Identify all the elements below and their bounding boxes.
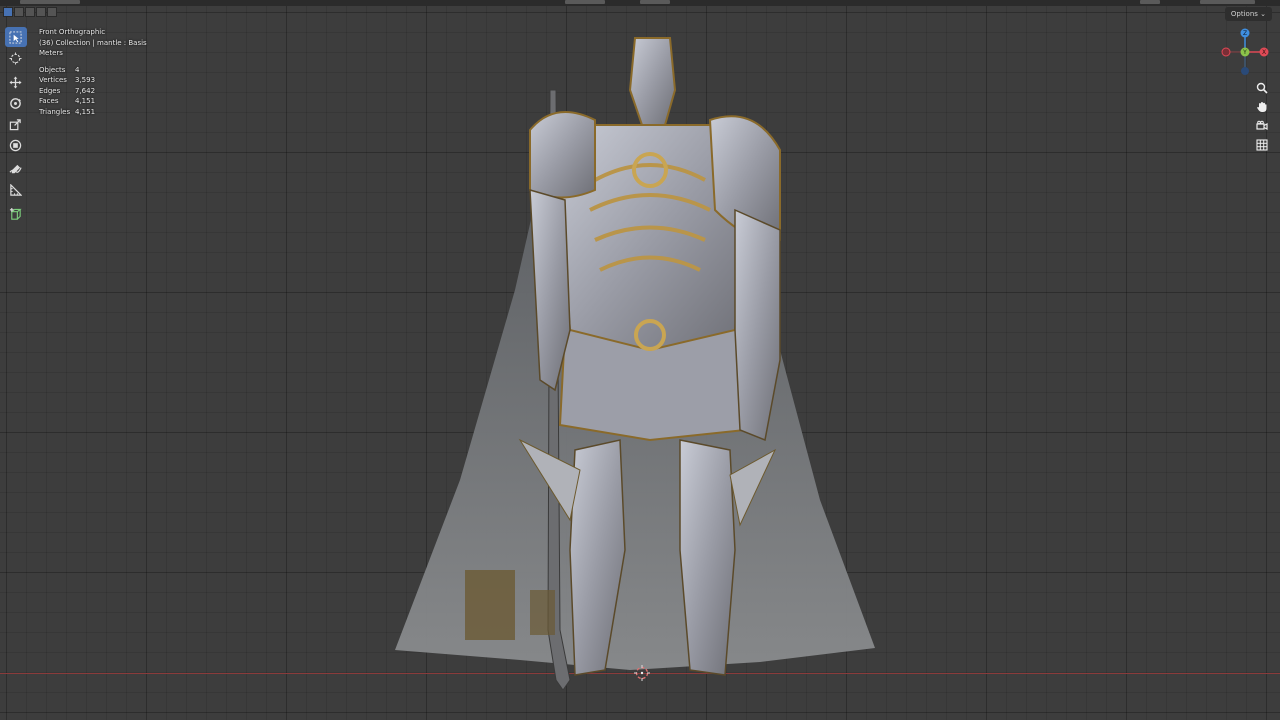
collection-info: (36) Collection | mantle : Basis bbox=[39, 38, 147, 47]
stat-value: 7,642 bbox=[75, 86, 96, 95]
navigation-gizmo[interactable]: Z X Y bbox=[1218, 26, 1274, 78]
annotate-icon[interactable] bbox=[5, 159, 27, 179]
select-box-icon[interactable] bbox=[4, 27, 27, 47]
header-menu-item[interactable] bbox=[1200, 0, 1255, 4]
camera-icon[interactable] bbox=[1253, 117, 1271, 135]
move-icon[interactable] bbox=[5, 72, 27, 92]
viewport-navigation-buttons bbox=[1253, 79, 1271, 154]
stat-value: 4 bbox=[75, 65, 80, 74]
select-mode-group bbox=[3, 7, 57, 17]
select-subtract-icon[interactable] bbox=[25, 7, 35, 17]
gizmo-neg-z-handle[interactable] bbox=[1241, 67, 1249, 75]
gizmo-z-label: Z bbox=[1243, 30, 1247, 37]
select-invert-icon[interactable] bbox=[36, 7, 46, 17]
stat-label: Triangles bbox=[39, 107, 71, 116]
header-menu-item[interactable] bbox=[565, 0, 605, 4]
cursor-icon[interactable] bbox=[5, 48, 27, 68]
stat-row: Faces 4,151 bbox=[39, 96, 147, 107]
stat-label: Objects bbox=[39, 65, 66, 74]
stat-row: Triangles 4,151 bbox=[39, 107, 147, 118]
gizmo-x-label: X bbox=[1262, 49, 1266, 56]
stat-value: 4,151 bbox=[75, 97, 96, 105]
stat-row: Objects 4 bbox=[39, 65, 147, 76]
stat-label: Edges bbox=[39, 86, 61, 95]
stat-row: Vertices 3,593 bbox=[39, 75, 147, 86]
view-name: Front Orthographic bbox=[39, 28, 106, 36]
select-extend-icon[interactable] bbox=[14, 7, 24, 17]
viewport-text-overlay: Front Orthographic (36) Collection | man… bbox=[39, 27, 147, 117]
options-button[interactable]: Options ⌄ bbox=[1224, 7, 1272, 21]
stat-row: Edges 7,642 bbox=[39, 86, 147, 97]
header-menu-item[interactable] bbox=[640, 0, 670, 4]
hand-pan-icon[interactable] bbox=[1253, 98, 1271, 116]
transform-icon[interactable] bbox=[5, 135, 27, 155]
header-menu-item[interactable] bbox=[20, 0, 80, 4]
select-intersect-icon[interactable] bbox=[47, 7, 57, 17]
gizmo-y-label: Y bbox=[1242, 49, 1247, 56]
header-menu-item[interactable] bbox=[1140, 0, 1160, 4]
scale-icon[interactable] bbox=[5, 114, 27, 134]
unit-system: Meters bbox=[39, 49, 63, 57]
header-bar bbox=[0, 0, 1280, 6]
stat-label: Faces bbox=[39, 97, 59, 105]
zoom-icon[interactable] bbox=[1253, 79, 1271, 97]
stat-label: Vertices bbox=[39, 76, 67, 84]
select-new-icon[interactable] bbox=[3, 7, 13, 17]
grid-icon[interactable] bbox=[1253, 136, 1271, 154]
3d-cursor-icon[interactable] bbox=[634, 665, 650, 681]
add-cube-icon[interactable] bbox=[5, 204, 27, 224]
armored-knight-model[interactable] bbox=[380, 30, 890, 690]
stat-value: 4,151 bbox=[75, 107, 96, 116]
measure-icon[interactable] bbox=[5, 180, 27, 200]
stat-value: 3,593 bbox=[75, 76, 96, 84]
rotate-icon[interactable] bbox=[5, 93, 27, 113]
tool-shelf bbox=[4, 27, 27, 225]
gizmo-neg-x-handle[interactable] bbox=[1221, 47, 1231, 57]
